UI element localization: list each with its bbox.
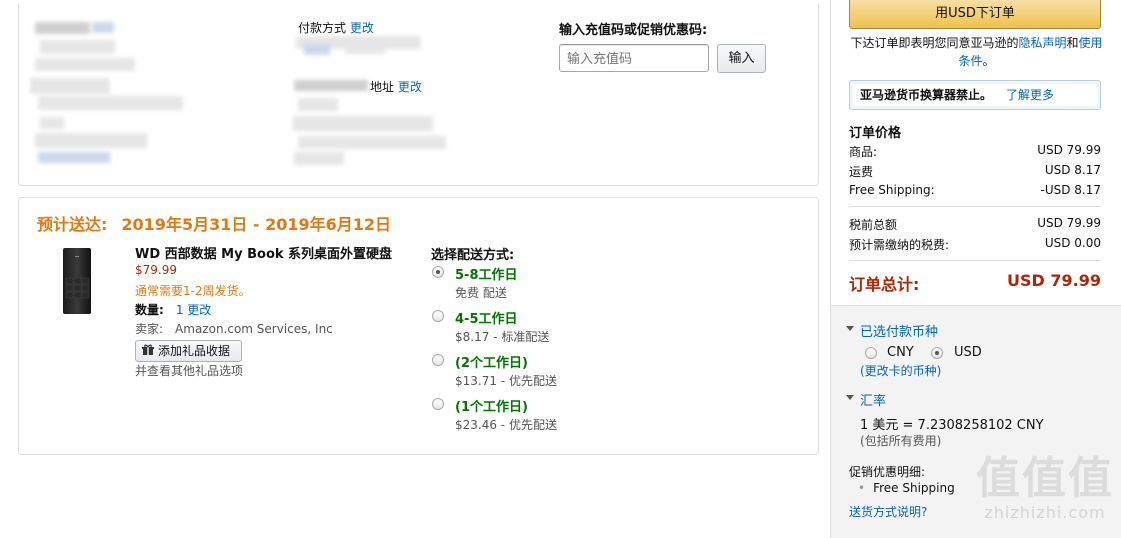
- summary-value: USD 0.00: [1044, 236, 1101, 250]
- watermark-logo: 值值值 zhizhizhi.com: [970, 453, 1120, 523]
- shipping-explanation-link[interactable]: 送货方式说明?: [849, 503, 927, 520]
- total-value: USD 79.99: [1007, 271, 1101, 290]
- change-card-currency-link[interactable]: (更改卡的币种): [860, 362, 941, 379]
- promo-item: Free Shipping: [858, 481, 955, 495]
- caret-down-icon[interactable]: [846, 326, 854, 331]
- currency-usd-label: USD: [954, 345, 982, 360]
- currency-radio-cny[interactable]: [865, 347, 877, 359]
- arrival-dates: 2019年5月31日 - 2019年6月12日: [121, 215, 392, 234]
- caret-down-icon[interactable]: [846, 395, 854, 400]
- summary-row-shipping: 运费 USD 8.17: [849, 163, 1101, 180]
- summary-row-free-shipping: Free Shipping: -USD 8.17: [849, 183, 1101, 197]
- availability-text: 通常需要1-2周发货。: [135, 284, 251, 298]
- exchange-rate-toggle[interactable]: 汇率: [860, 390, 886, 409]
- quantity-label: 数量:: [135, 303, 164, 317]
- billing-address-label: 地址 更改: [370, 78, 422, 95]
- payment-method-label: 付款方式 更改: [298, 19, 374, 36]
- order-total: 订单总计: USD 79.99: [849, 271, 1101, 295]
- place-order-button[interactable]: 用USD下订单: [849, 0, 1101, 29]
- seller-name: Amazon.com Services, Inc: [175, 322, 333, 336]
- product-price: $79.99: [135, 263, 177, 277]
- payment-change-link[interactable]: 更改: [350, 21, 374, 35]
- privacy-link[interactable]: 隐私声明: [1018, 36, 1066, 50]
- watermark-big: 值值值: [976, 453, 1114, 504]
- shipping-option-1-label[interactable]: 5-8工作日: [455, 264, 518, 283]
- summary-row-pretax: 税前总额 USD 79.99: [849, 216, 1101, 233]
- giftcard-title: 输入充值码或促销优惠码:: [559, 23, 708, 38]
- summary-value: USD 79.99: [1037, 143, 1101, 157]
- agree-and: 和: [1066, 36, 1079, 50]
- giftcard-input[interactable]: [559, 44, 709, 72]
- shipping-option-2-price: $8.17 - 标准配送: [455, 330, 550, 344]
- shipping-option-radio-3[interactable]: [432, 354, 444, 366]
- exchange-rate-value: 1 美元 = 7.2308258102 CNY: [860, 418, 1044, 433]
- gift-icon: [142, 344, 154, 355]
- billing-title: 地址: [370, 80, 395, 94]
- shipping-option-radio-4[interactable]: [432, 398, 444, 410]
- shipping-option-radio-2[interactable]: [432, 310, 444, 322]
- add-gift-receipt-button[interactable]: 添加礼品收据: [135, 340, 242, 362]
- agree-period: 。: [982, 54, 995, 68]
- shipping-option-3-price: $13.71 - 优先配送: [455, 374, 557, 388]
- total-label: 订单总计:: [849, 275, 920, 294]
- quantity-change-link[interactable]: 更改: [187, 303, 211, 317]
- shipping-option-4-label[interactable]: (1个工作日): [455, 396, 528, 415]
- billing-change-link[interactable]: 更改: [398, 80, 422, 94]
- summary-value: -USD 8.17: [1040, 183, 1101, 197]
- seller-label: 卖家:: [135, 322, 164, 336]
- summary-divider: [849, 260, 1101, 261]
- currency-cny-label: CNY: [887, 345, 914, 360]
- currency-radio-usd[interactable]: [931, 347, 943, 359]
- shipping-option-3-label[interactable]: (2个工作日): [455, 352, 528, 371]
- summary-divider: [849, 206, 1101, 207]
- giftcard-apply-button[interactable]: 输入: [717, 44, 766, 73]
- summary-value: USD 8.17: [1044, 163, 1101, 177]
- summary-row-items: 商品: USD 79.99: [849, 143, 1101, 160]
- arrival-label: 预计送达:: [37, 215, 108, 234]
- summary-label: 商品:: [849, 145, 878, 159]
- product-title[interactable]: WD 西部数据 My Book 系列桌面外置硬盘: [135, 243, 392, 262]
- shipping-options-title: 选择配送方式:: [431, 248, 515, 263]
- seller-row: 卖家: Amazon.com Services, Inc: [135, 320, 333, 337]
- summary-value: USD 79.99: [1037, 216, 1101, 230]
- summary-label: Free Shipping:: [849, 183, 935, 197]
- shipping-option-radio-1[interactable]: [432, 266, 444, 278]
- currency-converter-notice: 亚马逊货币换算器禁止。 了解更多: [849, 80, 1101, 110]
- agreement-text: 下达订单即表明您同意亚马逊的隐私声明和使用条件。: [849, 34, 1104, 70]
- quantity-row: 数量: 1 更改: [135, 301, 211, 318]
- summary-row-tax: 预计需缴纳的税费: USD 0.00: [849, 236, 1101, 253]
- summary-label: 运费: [849, 165, 874, 179]
- exchange-rate-note: (包括所有费用): [860, 434, 942, 448]
- shipping-option-1-price: 免费 配送: [455, 286, 507, 300]
- arrival-estimate: 预计送达: 2019年5月31日 - 2019年6月12日: [37, 211, 391, 235]
- hard-drive-product-image[interactable]: [62, 248, 92, 314]
- agree-prefix: 下达订单即表明您同意亚马逊的: [850, 36, 1019, 50]
- payment-currency-toggle[interactable]: 已选付款币种: [860, 321, 938, 340]
- quantity-value[interactable]: 1: [176, 303, 184, 317]
- promo-details-title: 促销优惠明细:: [849, 465, 926, 479]
- watermark-small: zhizhizhi.com: [984, 503, 1106, 522]
- converter-notice-text: 亚马逊货币换算器禁止。: [860, 88, 993, 102]
- gift-button-label: 添加礼品收据: [158, 344, 231, 358]
- shipping-option-4-price: $23.46 - 优先配送: [455, 418, 557, 432]
- shipping-option-2-label[interactable]: 4-5工作日: [455, 308, 518, 327]
- summary-title: 订单价格: [849, 126, 902, 141]
- payment-title: 付款方式: [298, 21, 347, 35]
- gift-more-options: 并查看其他礼品选项: [135, 364, 244, 378]
- summary-label: 预计需缴纳的税费:: [849, 238, 950, 252]
- summary-label: 税前总额: [849, 218, 898, 232]
- learn-more-link[interactable]: 了解更多: [1006, 88, 1054, 102]
